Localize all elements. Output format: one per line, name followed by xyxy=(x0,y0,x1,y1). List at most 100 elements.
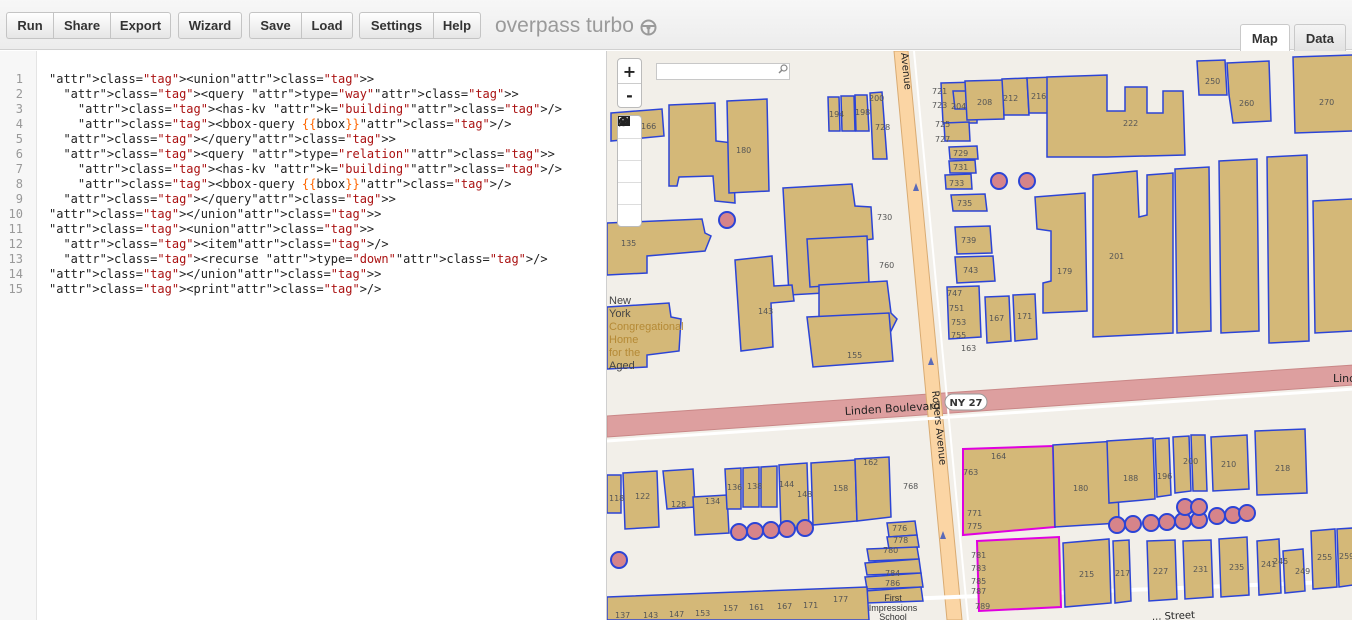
svg-text:188: 188 xyxy=(1123,474,1138,483)
code-line[interactable]: "attr">class="tag"><bbox-query {{bbox}}"… xyxy=(49,117,512,132)
line-number: 2 xyxy=(15,87,23,101)
zoom-out-button[interactable]: - xyxy=(618,83,641,107)
svg-text:731: 731 xyxy=(953,163,968,172)
svg-text:162: 162 xyxy=(863,458,878,467)
load-button[interactable]: Load xyxy=(301,12,353,39)
svg-text:138: 138 xyxy=(747,482,762,491)
svg-text:164: 164 xyxy=(991,452,1006,461)
wizard-button[interactable]: Wizard xyxy=(178,12,242,39)
svg-text:760: 760 xyxy=(879,261,894,270)
svg-text:167: 167 xyxy=(777,602,792,611)
svg-text:135: 135 xyxy=(621,239,636,248)
toolbar: Run Share Export Wizard Save Load Settin… xyxy=(0,0,1352,52)
code-line[interactable]: "attr">class="tag"><has-kv "attr">k="bui… xyxy=(49,102,562,117)
line-number: 14 xyxy=(8,267,23,281)
svg-text:217: 217 xyxy=(1115,569,1130,578)
line-number: 1 xyxy=(15,72,23,86)
svg-text:727: 727 xyxy=(935,135,950,144)
svg-text:723: 723 xyxy=(932,101,947,110)
poi-school: School xyxy=(879,612,907,620)
svg-text:171: 171 xyxy=(1017,312,1032,321)
svg-text:212: 212 xyxy=(1003,94,1018,103)
code-line[interactable]: "attr">class="tag"></query"attr">class="… xyxy=(49,192,395,207)
code-line[interactable]: "attr">class="tag"><print"attr">class="t… xyxy=(49,282,381,297)
poi-for-the: for the xyxy=(609,347,640,359)
svg-text:231: 231 xyxy=(1193,565,1208,574)
building-h3 xyxy=(1266,154,1310,344)
help-button[interactable]: Help xyxy=(433,12,481,39)
svg-text:200: 200 xyxy=(869,94,884,103)
svg-text:158: 158 xyxy=(833,484,848,493)
line-number: 15 xyxy=(8,282,23,296)
svg-text:763: 763 xyxy=(963,468,978,477)
line-number: 6 xyxy=(15,147,23,161)
line-number-gutter: 1 2 3 4 5 6 7 8 9 10 11 12 13 14 15 xyxy=(0,51,37,620)
svg-text:755: 755 xyxy=(951,331,966,340)
run-button[interactable]: Run xyxy=(6,12,53,39)
svg-text:250: 250 xyxy=(1205,77,1220,86)
building-730b xyxy=(806,235,870,288)
code-line[interactable]: "attr">class="tag"><union"attr">class="t… xyxy=(49,72,374,87)
svg-text:218: 218 xyxy=(1275,464,1290,473)
settings-help-group: Settings Help xyxy=(359,12,481,39)
map-view[interactable]: Avenue Rogers Avenue Linden Boulevard Li… xyxy=(606,51,1352,620)
svg-text:776: 776 xyxy=(892,524,907,533)
building-144 xyxy=(760,465,778,508)
code-line[interactable]: "attr">class="tag"><bbox-query {{bbox}}"… xyxy=(49,177,512,192)
code-line[interactable]: "attr">class="tag"></union"attr">class="… xyxy=(49,267,381,282)
zoom-control: + - xyxy=(617,58,642,108)
save-load-group: Save Load xyxy=(249,12,353,39)
svg-text:270: 270 xyxy=(1319,98,1334,107)
svg-text:122: 122 xyxy=(635,492,650,501)
line-number: 7 xyxy=(15,162,23,176)
map-canvas[interactable]: Avenue Rogers Avenue Linden Boulevard Li… xyxy=(607,51,1352,620)
svg-text:180: 180 xyxy=(1073,484,1088,493)
svg-text:166: 166 xyxy=(641,122,656,131)
svg-text:180: 180 xyxy=(736,146,751,155)
svg-text:128: 128 xyxy=(671,500,686,509)
svg-text:249: 249 xyxy=(1295,567,1310,576)
zoom-in-button[interactable]: + xyxy=(618,59,641,83)
svg-text:136: 136 xyxy=(727,483,742,492)
fit-data-icon[interactable] xyxy=(618,117,641,204)
map-tools-control xyxy=(617,115,642,227)
svg-text:216: 216 xyxy=(1031,92,1046,101)
line-number: 4 xyxy=(15,117,23,131)
query-editor[interactable]: 1 2 3 4 5 6 7 8 9 10 11 12 13 14 15 "attr">class="tag"… xyxy=(0,51,606,620)
svg-text:725: 725 xyxy=(935,120,950,129)
tab-data[interactable]: Data xyxy=(1293,24,1346,51)
code-line[interactable]: "attr">class="tag"><query "attr">type="r… xyxy=(49,147,554,162)
tab-map[interactable]: Map xyxy=(1239,24,1290,52)
export-button[interactable]: Export xyxy=(110,12,171,39)
bottom-street-label: ... Street xyxy=(1152,610,1196,620)
building-222 xyxy=(1046,74,1186,158)
share-button[interactable]: Share xyxy=(53,12,110,39)
settings-button[interactable]: Settings xyxy=(359,12,433,39)
svg-text:735: 735 xyxy=(957,199,972,208)
code-line[interactable]: "attr">class="tag"></union"attr">class="… xyxy=(49,207,381,222)
code-line[interactable]: "attr">class="tag"><union"attr">class="t… xyxy=(49,222,374,237)
brand-title: overpass turbo xyxy=(495,14,634,37)
svg-text:177: 177 xyxy=(833,595,848,604)
svg-text:201: 201 xyxy=(1109,252,1124,261)
map-search-input[interactable] xyxy=(656,63,790,80)
building-h2 xyxy=(1218,158,1260,334)
code-line[interactable]: "attr">class="tag"><recurse "attr">type=… xyxy=(49,252,547,267)
line-number: 12 xyxy=(8,237,23,251)
svg-text:245: 245 xyxy=(1273,557,1288,566)
code-line[interactable]: "attr">class="tag"><has-kv "attr">k="bui… xyxy=(49,162,562,177)
ny27-label: NY 27 xyxy=(949,398,982,409)
code-line[interactable]: "attr">class="tag"><item"attr">class="ta… xyxy=(49,237,388,252)
image-icon[interactable] xyxy=(618,116,641,182)
locate-icon[interactable] xyxy=(618,117,641,160)
svg-text:215: 215 xyxy=(1079,570,1094,579)
building-783 xyxy=(975,535,1063,613)
svg-text:210: 210 xyxy=(1221,460,1236,469)
code-line[interactable]: "attr">class="tag"><query "attr">type="w… xyxy=(49,87,518,102)
clear-icon[interactable] xyxy=(618,116,641,226)
svg-text:227: 227 xyxy=(1153,567,1168,576)
line-number: 9 xyxy=(15,192,23,206)
save-button[interactable]: Save xyxy=(249,12,301,39)
svg-text:143: 143 xyxy=(758,307,773,316)
code-line[interactable]: "attr">class="tag"></query"attr">class="… xyxy=(49,132,395,147)
